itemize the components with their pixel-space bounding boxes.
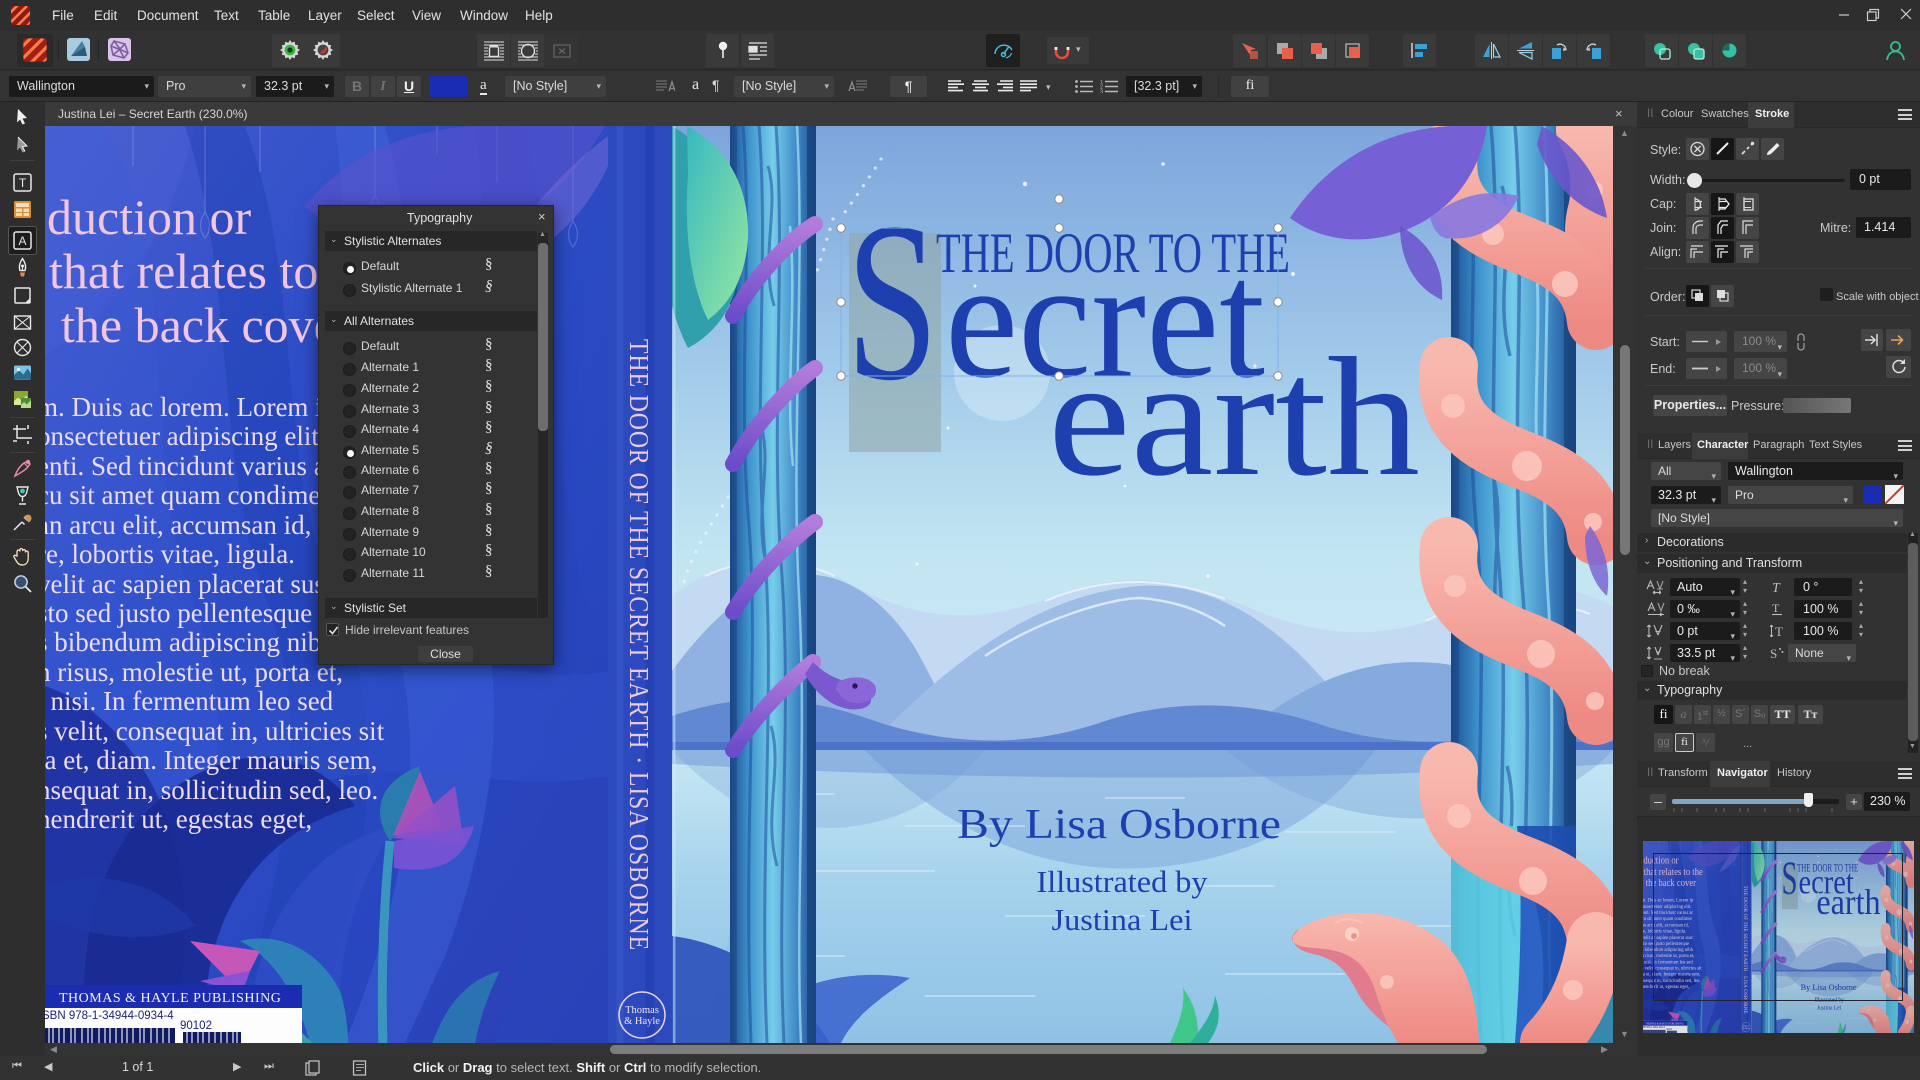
svg-text:T: T (1775, 624, 1783, 638)
svg-text:hendrerit ut, egestas eget,: hendrerit ut, egestas eget, (45, 804, 312, 834)
svg-text:onsectetuer adipiscing elit.: onsectetuer adipiscing elit. (45, 421, 326, 451)
svg-text:sto sed justo pellentesque: sto sed justo pellentesque (45, 598, 312, 628)
svg-text:THOMAS & HAYLE PUBLISHING: THOMAS & HAYLE PUBLISHING (59, 991, 281, 1006)
svg-text:T: T (1772, 602, 1780, 615)
svg-text:the back cover: the back cover (61, 297, 353, 353)
svg-text:re, lobortis vitae, ligula.: re, lobortis vitae, ligula. (45, 539, 295, 569)
svg-text:s bibendum adipiscing nibh: s bibendum adipiscing nibh (45, 627, 335, 657)
svg-text:Thomas: Thomas (625, 1005, 659, 1016)
svg-text:Illustrated by: Illustrated by (1037, 864, 1209, 899)
svg-text:90102: 90102 (180, 1020, 212, 1032)
svg-text:3: 3 (1100, 90, 1103, 93)
svg-text:S: S (846, 176, 939, 428)
svg-text:A: A (18, 234, 26, 248)
svg-text:nsequat in, sollicitudin sed,: nsequat in, sollicitudin sed, leo. (45, 775, 378, 805)
svg-text:la et, diam. Integer mauris se: la et, diam. Integer mauris sem, (45, 745, 377, 775)
svg-text:SBN 978-1-34944-0934-4: SBN 978-1-34944-0934-4 (45, 1010, 174, 1022)
svg-text:enti. Sed tincidunt varius ar: enti. Sed tincidunt varius ar (45, 451, 335, 481)
svg-text:m. Duis ac lorem. Lorem ip: m. Duis ac lorem. Lorem ip (45, 392, 336, 422)
svg-text:earth: earth (1048, 323, 1420, 511)
svg-text:s velit, consequat in, ultrici: s velit, consequat in, ultricies sit (45, 716, 385, 746)
svg-text:By Lisa Osborne: By Lisa Osborne (957, 802, 1281, 848)
svg-text:n risus, molestie ut, porta et: n risus, molestie ut, porta et, (45, 657, 343, 687)
svg-text:duction or: duction or (47, 189, 251, 245)
svg-text:T: T (1772, 581, 1781, 594)
svg-text:velit ac sapien placerat susc: velit ac sapien placerat susc (45, 569, 337, 599)
svg-text:THE DOOR OF THE SECRET EARTH ·: THE DOOR OF THE SECRET EARTH · LISA OSBO… (624, 339, 654, 951)
svg-text:, nisi. In fermentum leo sed: , nisi. In fermentum leo sed (45, 686, 334, 716)
svg-text:& Hayle: & Hayle (624, 1016, 660, 1027)
svg-text:an arcu elit, accumsan id,: an arcu elit, accumsan id, (45, 510, 311, 540)
svg-text:cu sit amet quam condimer: cu sit amet quam condimer (45, 480, 329, 510)
svg-text:Justina Lei: Justina Lei (1052, 902, 1193, 937)
svg-text:T: T (19, 176, 27, 190)
svg-text:S: S (1770, 646, 1777, 660)
